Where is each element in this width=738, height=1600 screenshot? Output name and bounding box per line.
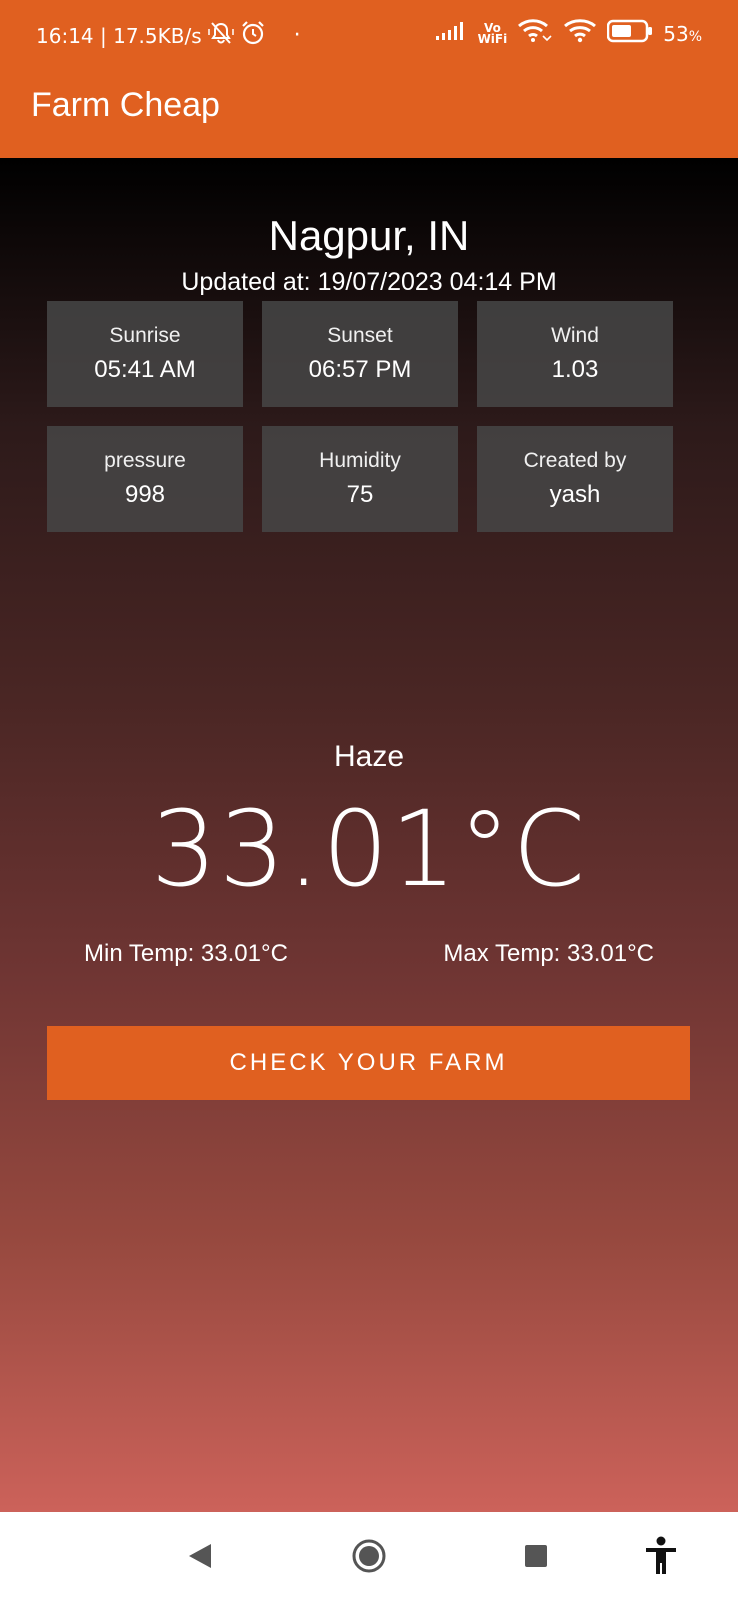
card-value: 75 bbox=[346, 481, 374, 508]
current-temperature: 33.01°C bbox=[150, 788, 588, 910]
weather-condition: Haze bbox=[333, 740, 405, 773]
weather-details-grid: Sunrise 05:41 AM Sunset 06:57 PM Wind 1.… bbox=[47, 301, 673, 532]
wifi-calling-icon: Vo WiFi bbox=[477, 22, 508, 46]
signal-icon bbox=[435, 21, 468, 46]
weather-content: Nagpur, IN Updated at: 19/07/2023 04:14 … bbox=[0, 158, 738, 1512]
navigation-bar bbox=[0, 1512, 738, 1600]
status-time-speed: 16:14 | 17.5KB/s bbox=[36, 23, 202, 48]
status-dot: · bbox=[293, 23, 301, 48]
sunrise-card: Sunrise 05:41 AM bbox=[47, 301, 243, 407]
back-icon[interactable] bbox=[178, 1534, 222, 1578]
card-value: 06:57 PM bbox=[308, 356, 412, 383]
city-name: Nagpur, IN bbox=[268, 212, 470, 259]
card-label: Sunset bbox=[327, 324, 393, 347]
wifi-icon bbox=[563, 18, 597, 49]
status-right: Vo WiFi 53% bbox=[435, 18, 702, 49]
card-value: 05:41 AM bbox=[94, 356, 196, 383]
battery-percent: 53% bbox=[663, 22, 702, 46]
battery-unit: % bbox=[688, 28, 702, 45]
battery-value: 53 bbox=[663, 21, 689, 46]
mute-vibrate-icon bbox=[207, 21, 234, 50]
created-by-card: Created by yash bbox=[477, 426, 673, 532]
alarm-icon bbox=[240, 20, 266, 51]
card-label: Humidity bbox=[319, 449, 401, 472]
humidity-card: Humidity 75 bbox=[262, 426, 458, 532]
battery-icon bbox=[606, 19, 653, 48]
app-title: Farm Cheap bbox=[31, 86, 220, 124]
card-label: Created by bbox=[523, 449, 627, 472]
card-label: Sunrise bbox=[109, 324, 181, 347]
home-icon[interactable] bbox=[347, 1534, 391, 1578]
app-bar: Farm Cheap bbox=[0, 66, 738, 158]
min-temp: Min Temp: 33.01°C bbox=[84, 940, 288, 967]
card-value: 998 bbox=[124, 481, 166, 508]
wifi-icon-calling bbox=[517, 18, 553, 49]
sunset-card: Sunset 06:57 PM bbox=[262, 301, 458, 407]
recents-icon[interactable] bbox=[514, 1534, 558, 1578]
card-label: Wind bbox=[551, 324, 599, 347]
status-bar: 16:14 | 17.5KB/s · Vo WiFi 53% bbox=[0, 0, 738, 66]
wind-card: Wind 1.03 bbox=[477, 301, 673, 407]
card-label: pressure bbox=[104, 449, 186, 472]
max-temp: Max Temp: 33.01°C bbox=[443, 940, 654, 967]
pressure-card: pressure 998 bbox=[47, 426, 243, 532]
updated-at: Updated at: 19/07/2023 04:14 PM bbox=[181, 268, 557, 296]
card-value: yash bbox=[549, 481, 601, 508]
screen: 16:14 | 17.5KB/s · Vo WiFi 53% Farm Chea… bbox=[0, 0, 738, 1600]
vowifi-bottom: WiFi bbox=[477, 31, 508, 46]
status-left: 16:14 | 17.5KB/s · bbox=[36, 20, 301, 51]
card-value: 1.03 bbox=[551, 356, 599, 383]
check-your-farm-button[interactable]: CHECK YOUR FARM bbox=[47, 1026, 690, 1100]
accessibility-icon[interactable] bbox=[639, 1534, 683, 1578]
